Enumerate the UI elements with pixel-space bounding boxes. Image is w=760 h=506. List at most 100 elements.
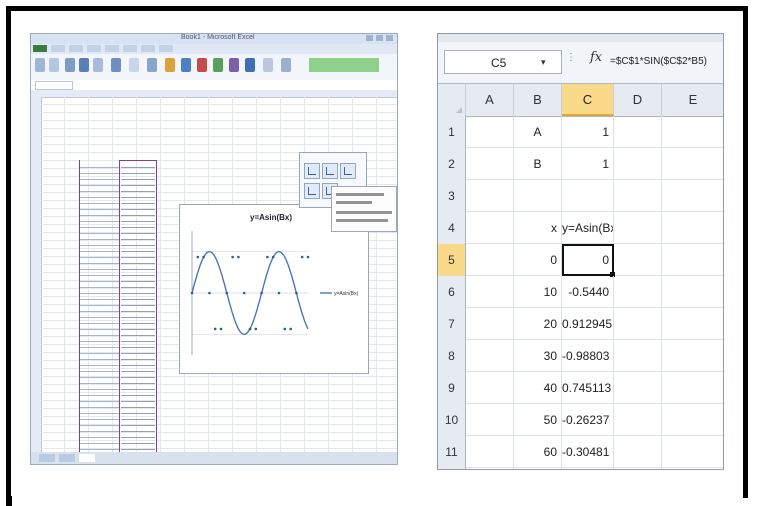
data-point[interactable]: [306, 255, 310, 259]
cell-b6[interactable]: 10: [514, 276, 562, 308]
ribbon-icon[interactable]: [93, 58, 103, 72]
column-header-e[interactable]: E: [662, 84, 723, 116]
cell-b3[interactable]: [514, 180, 562, 212]
data-point[interactable]: [289, 327, 292, 331]
cell-b11[interactable]: 60: [514, 436, 562, 468]
cell-b9[interactable]: 40: [514, 372, 562, 404]
cell-c7[interactable]: 0.912945: [562, 308, 614, 340]
cell-d9[interactable]: [614, 372, 662, 404]
cell-d3[interactable]: [614, 180, 662, 212]
data-point[interactable]: [300, 255, 304, 259]
function-icon[interactable]: fx: [590, 50, 602, 65]
data-point[interactable]: [271, 255, 275, 259]
data-point[interactable]: [248, 327, 252, 331]
row-header[interactable]: 2: [438, 148, 466, 180]
cell-c11[interactable]: -0.30481: [562, 436, 614, 468]
scatter-straight-icon[interactable]: [304, 183, 320, 199]
ribbon-icon[interactable]: [79, 58, 89, 72]
cell-a12[interactable]: [466, 468, 514, 469]
row-header[interactable]: 1: [438, 116, 466, 148]
cell-a7[interactable]: [466, 308, 514, 340]
data-point[interactable]: [231, 255, 234, 259]
ribbon-icon[interactable]: [111, 58, 121, 72]
cell-c1[interactable]: 1: [562, 116, 614, 148]
cell-d5[interactable]: [614, 244, 662, 276]
cell-e12[interactable]: [662, 468, 723, 469]
cell-b4[interactable]: x: [514, 212, 562, 244]
tab-file[interactable]: [33, 45, 47, 52]
close-button[interactable]: [386, 35, 393, 41]
ribbon-icon[interactable]: [147, 58, 157, 72]
cell-d12[interactable]: [614, 468, 662, 469]
cell-d4[interactable]: [614, 212, 662, 244]
cell-a5[interactable]: [466, 244, 514, 276]
cell-b1[interactable]: A: [514, 116, 562, 148]
ribbon-icon[interactable]: [49, 58, 59, 72]
cell-e2[interactable]: [662, 148, 723, 180]
scatter-line-icon[interactable]: [322, 163, 338, 179]
data-point[interactable]: [219, 327, 223, 331]
ribbon-icon[interactable]: [35, 58, 45, 72]
ribbon-icon[interactable]: [213, 58, 223, 72]
sheet-tab[interactable]: [39, 454, 55, 462]
cell-d8[interactable]: [614, 340, 662, 372]
cell-b5[interactable]: 0: [514, 244, 562, 276]
row-header[interactable]: 8: [438, 340, 466, 372]
cell-e6[interactable]: [662, 276, 723, 308]
cell-c10[interactable]: -0.26237: [562, 404, 614, 436]
column-header-c[interactable]: C: [562, 84, 614, 116]
cell-e1[interactable]: [662, 116, 723, 148]
minimize-button[interactable]: [366, 35, 373, 41]
tab-view[interactable]: [159, 45, 173, 52]
row-header[interactable]: 7: [438, 308, 466, 340]
tab-data[interactable]: [123, 45, 137, 52]
data-point[interactable]: [295, 291, 298, 295]
cell-c3[interactable]: [562, 180, 614, 212]
ribbon-icon[interactable]: [281, 58, 291, 72]
data-point[interactable]: [190, 291, 194, 295]
cell-e4[interactable]: [662, 212, 723, 244]
sheet-tab[interactable]: [59, 454, 75, 462]
cell-c4[interactable]: y=Asin(Bx): [562, 212, 614, 244]
tab-page-layout[interactable]: [87, 45, 101, 52]
tab-home[interactable]: [51, 45, 65, 52]
cell-a3[interactable]: [466, 180, 514, 212]
maximize-button[interactable]: [376, 35, 383, 41]
data-point[interactable]: [225, 291, 229, 295]
ribbon-icon[interactable]: [229, 58, 239, 72]
cell-c2[interactable]: 1: [562, 148, 614, 180]
row-header[interactable]: 10: [438, 404, 466, 436]
cell-a1[interactable]: [466, 116, 514, 148]
cell-a10[interactable]: [466, 404, 514, 436]
data-point[interactable]: [196, 255, 200, 259]
cell-d10[interactable]: [614, 404, 662, 436]
data-point[interactable]: [202, 255, 205, 259]
data-point[interactable]: [277, 291, 281, 295]
cell-c6[interactable]: -0.5440: [562, 276, 614, 308]
data-point[interactable]: [242, 291, 246, 295]
ribbon-icon[interactable]: [165, 58, 175, 72]
chart-tools-tab[interactable]: [309, 58, 379, 72]
name-box[interactable]: [35, 81, 73, 90]
cell-c8[interactable]: -0.98803: [562, 340, 614, 372]
cell-c12[interactable]: 0.773891: [562, 468, 614, 469]
row-header[interactable]: 12: [438, 468, 466, 469]
data-point[interactable]: [213, 327, 217, 331]
data-point[interactable]: [208, 291, 211, 295]
cell-e11[interactable]: [662, 436, 723, 468]
cell-b8[interactable]: 30: [514, 340, 562, 372]
ribbon-icon[interactable]: [181, 58, 191, 72]
cell-e8[interactable]: [662, 340, 723, 372]
column-header-a[interactable]: A: [466, 84, 514, 116]
data-point[interactable]: [283, 327, 287, 331]
tab-insert[interactable]: [69, 45, 83, 52]
cell-d6[interactable]: [614, 276, 662, 308]
sheet-tab-active[interactable]: [79, 454, 95, 462]
cell-d1[interactable]: [614, 116, 662, 148]
ribbon-icon[interactable]: [263, 58, 273, 72]
cell-a9[interactable]: [466, 372, 514, 404]
cell-a8[interactable]: [466, 340, 514, 372]
tab-formulas[interactable]: [105, 45, 119, 52]
cell-c9[interactable]: 0.745113: [562, 372, 614, 404]
data-point[interactable]: [254, 327, 258, 331]
